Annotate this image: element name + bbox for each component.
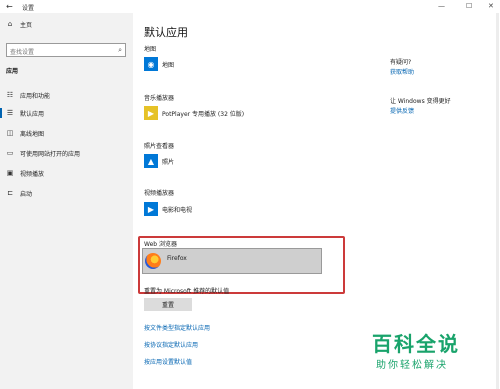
sidebar-item-label: 启动 [20, 190, 33, 198]
category-label: 地图 [144, 46, 157, 53]
sidebar-item-home[interactable]: ⌂ 主页 [6, 17, 32, 31]
get-help-link[interactable]: 获取帮助 [390, 67, 414, 76]
default-app-music[interactable]: ▶ PotPlayer 专用播放 (32 位版) [144, 106, 244, 120]
app-name: Firefox [167, 255, 187, 262]
sidebar-item-apps-for-websites[interactable]: ▭ 可使用网站打开的应用 [6, 146, 80, 160]
app-name: PotPlayer 专用播放 (32 位版) [162, 110, 245, 118]
category-label: 音乐播放器 [144, 95, 175, 102]
maximize-button[interactable]: ☐ [466, 2, 472, 10]
sidebar-item-label: 离线地图 [20, 130, 45, 138]
default-apps-icon: ☰ [6, 109, 14, 117]
startup-icon: ⊏ [7, 189, 13, 197]
sidebar-item-startup[interactable]: ⊏ 启动 [6, 186, 32, 200]
sidebar-item-label: 主页 [20, 21, 33, 29]
active-indicator [0, 108, 2, 118]
search-input[interactable]: 查找设置 ⌕ [6, 43, 126, 57]
app-name: 照片 [162, 158, 175, 166]
back-arrow-icon[interactable]: ← [6, 2, 13, 11]
section-title: 应用 [6, 68, 19, 75]
sidebar-item-label: 可使用网站打开的应用 [20, 150, 81, 158]
title-bar: ← 设置 — ☐ ✕ [0, 0, 500, 13]
map-app-icon: ◉ [144, 57, 158, 71]
scrollbar[interactable] [496, 13, 499, 389]
default-app-video[interactable]: ▶ 电影和电视 [144, 202, 192, 216]
link-by-app[interactable]: 按应用设置默认值 [144, 357, 192, 366]
photos-icon: ▲ [144, 154, 158, 168]
website-icon: ▭ [6, 149, 14, 157]
watermark-subtitle: 助你轻松解决 [376, 360, 448, 371]
category-label: Web 浏览器 [144, 241, 177, 248]
list-icon: ☷ [6, 91, 14, 99]
app-name: 电影和电视 [162, 206, 193, 214]
app-name: 地图 [162, 61, 175, 69]
category-label: 视频播放器 [144, 190, 175, 197]
feedback-link[interactable]: 提供反馈 [390, 106, 414, 115]
movies-tv-icon: ▶ [144, 202, 158, 216]
search-icon: ⌕ [118, 46, 122, 54]
reset-button[interactable]: 重置 [144, 298, 192, 311]
sidebar-item-apps-features[interactable]: ☷ 应用和功能 [6, 88, 50, 102]
feedback-heading: 让 Windows 变得更好 [390, 98, 451, 105]
potplayer-icon: ▶ [144, 106, 158, 120]
sidebar-item-label: 应用和功能 [20, 92, 51, 100]
video-icon: ▣ [6, 169, 14, 177]
sidebar-item-offline-maps[interactable]: ◫ 离线地图 [6, 126, 44, 140]
sidebar-item-label: 视频播放 [20, 170, 45, 178]
window-title: 设置 [22, 5, 35, 12]
page-title: 默认应用 [144, 26, 188, 39]
home-icon: ⌂ [7, 20, 13, 28]
minimize-button[interactable]: — [438, 2, 445, 10]
map-icon: ◫ [6, 129, 14, 137]
link-by-protocol[interactable]: 按协议指定默认应用 [144, 340, 198, 349]
firefox-icon [145, 253, 161, 269]
close-button[interactable]: ✕ [488, 2, 494, 10]
watermark-title: 百科全说 [372, 332, 460, 356]
reset-label: 重置为 Microsoft 推荐的默认值 [144, 288, 230, 295]
category-label: 照片查看器 [144, 143, 175, 150]
sidebar: ⌂ 主页 查找设置 ⌕ 应用 ☷ 应用和功能 ☰ 默认应用 ◫ 离线地图 ▭ 可… [0, 13, 133, 389]
default-app-map[interactable]: ◉ 地图 [144, 57, 174, 71]
link-by-file-type[interactable]: 按文件类型指定默认应用 [144, 323, 210, 332]
search-placeholder: 查找设置 [10, 49, 35, 56]
default-app-photos[interactable]: ▲ 照片 [144, 154, 174, 168]
sidebar-item-label: 默认应用 [20, 110, 45, 118]
help-heading: 有疑问? [390, 59, 412, 66]
sidebar-item-default-apps[interactable]: ☰ 默认应用 [6, 106, 44, 120]
sidebar-item-video-playback[interactable]: ▣ 视频播放 [6, 166, 44, 180]
